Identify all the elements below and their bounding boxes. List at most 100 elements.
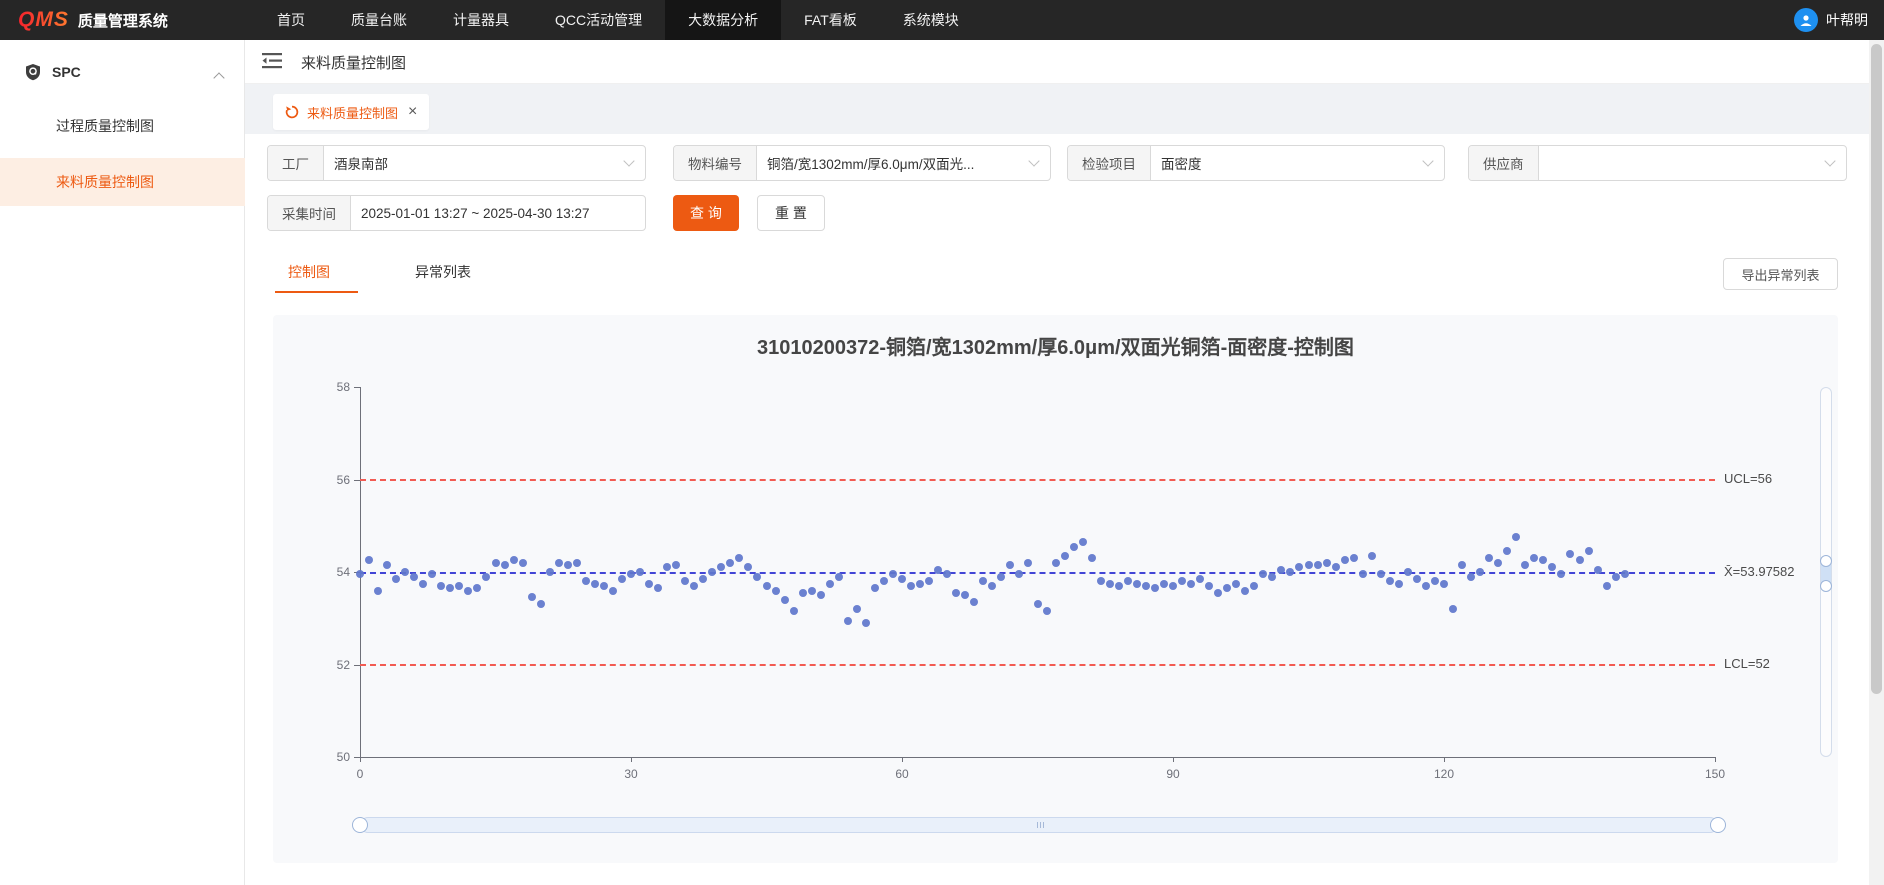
- nav-item-qcc[interactable]: QCC活动管理: [532, 0, 665, 40]
- data-point[interactable]: [437, 582, 445, 590]
- data-point[interactable]: [1241, 587, 1249, 595]
- data-point[interactable]: [455, 582, 463, 590]
- data-point[interactable]: [1476, 568, 1484, 576]
- data-point[interactable]: [880, 577, 888, 585]
- data-point[interactable]: [537, 600, 545, 608]
- data-point[interactable]: [645, 580, 653, 588]
- data-point[interactable]: [1061, 552, 1069, 560]
- data-point[interactable]: [1187, 580, 1195, 588]
- data-point[interactable]: [501, 561, 509, 569]
- data-point[interactable]: [428, 570, 436, 578]
- nav-item-measuring-tools[interactable]: 计量器具: [430, 0, 532, 40]
- factory-select[interactable]: 工厂 酒泉南部: [267, 145, 646, 181]
- data-point[interactable]: [663, 563, 671, 571]
- data-point[interactable]: [392, 575, 400, 583]
- data-point[interactable]: [961, 591, 969, 599]
- inspection-item-select[interactable]: 检验项目 面密度: [1067, 145, 1445, 181]
- data-point[interactable]: [1332, 563, 1340, 571]
- data-point[interactable]: [925, 577, 933, 585]
- supplier-select[interactable]: 供应商: [1468, 145, 1847, 181]
- data-point[interactable]: [464, 587, 472, 595]
- data-point[interactable]: [1350, 554, 1358, 562]
- data-point[interactable]: [1377, 570, 1385, 578]
- data-point[interactable]: [763, 582, 771, 590]
- data-point[interactable]: [492, 559, 500, 567]
- x-datazoom-slider[interactable]: [360, 817, 1718, 833]
- data-point[interactable]: [573, 559, 581, 567]
- data-point[interactable]: [979, 577, 987, 585]
- data-point[interactable]: [1232, 580, 1240, 588]
- data-point[interactable]: [1115, 582, 1123, 590]
- data-point[interactable]: [699, 575, 707, 583]
- data-point[interactable]: [1368, 552, 1376, 560]
- data-point[interactable]: [1295, 563, 1303, 571]
- data-point[interactable]: [717, 563, 725, 571]
- sidebar-group-spc[interactable]: SPC: [0, 48, 245, 96]
- data-point[interactable]: [1052, 559, 1060, 567]
- data-point[interactable]: [383, 561, 391, 569]
- data-point[interactable]: [1404, 568, 1412, 576]
- data-point[interactable]: [1557, 570, 1565, 578]
- data-point[interactable]: [1178, 577, 1186, 585]
- data-point[interactable]: [753, 573, 761, 581]
- data-point[interactable]: [1431, 577, 1439, 585]
- data-point[interactable]: [672, 561, 680, 569]
- data-point[interactable]: [564, 561, 572, 569]
- collect-time-range-picker[interactable]: 采集时间 2025-01-01 13:27 ~ 2025-04-30 13:27: [267, 195, 646, 231]
- data-point[interactable]: [1133, 580, 1141, 588]
- chevron-up-icon[interactable]: [213, 72, 224, 83]
- y-datazoom-slider[interactable]: [1820, 387, 1832, 757]
- data-point[interactable]: [627, 570, 635, 578]
- data-point[interactable]: [519, 559, 527, 567]
- data-point[interactable]: [528, 593, 536, 601]
- data-point[interactable]: [1341, 556, 1349, 564]
- data-point[interactable]: [546, 568, 554, 576]
- data-point[interactable]: [781, 596, 789, 604]
- data-point[interactable]: [482, 573, 490, 581]
- data-point[interactable]: [952, 589, 960, 597]
- data-point[interactable]: [934, 566, 942, 574]
- data-point[interactable]: [1594, 566, 1602, 574]
- export-anomaly-list-button[interactable]: 导出异常列表: [1723, 258, 1838, 290]
- data-point[interactable]: [1576, 556, 1584, 564]
- data-point[interactable]: [916, 580, 924, 588]
- close-icon[interactable]: ×: [408, 104, 417, 120]
- data-point[interactable]: [862, 619, 870, 627]
- data-point[interactable]: [1512, 533, 1520, 541]
- data-point[interactable]: [1106, 580, 1114, 588]
- data-point[interactable]: [1422, 582, 1430, 590]
- data-point[interactable]: [1015, 570, 1023, 578]
- sidebar-item-process-control-chart[interactable]: 过程质量控制图: [0, 102, 245, 150]
- data-point[interactable]: [943, 570, 951, 578]
- data-point[interactable]: [970, 598, 978, 606]
- data-point[interactable]: [772, 587, 780, 595]
- data-point[interactable]: [681, 577, 689, 585]
- data-point[interactable]: [1124, 577, 1132, 585]
- data-point[interactable]: [600, 582, 608, 590]
- data-point[interactable]: [1142, 582, 1150, 590]
- data-point[interactable]: [1196, 575, 1204, 583]
- data-point[interactable]: [365, 556, 373, 564]
- data-point[interactable]: [1169, 582, 1177, 590]
- tab-chip-incoming-control-chart[interactable]: 来料质量控制图 ×: [273, 94, 429, 130]
- data-point[interactable]: [1386, 577, 1394, 585]
- data-point[interactable]: [853, 605, 861, 613]
- data-point[interactable]: [419, 580, 427, 588]
- user-menu[interactable]: 叶帮明: [1794, 0, 1868, 40]
- tab-anomaly-list[interactable]: 异常列表: [415, 262, 471, 282]
- data-point[interactable]: [1503, 547, 1511, 555]
- data-point[interactable]: [1214, 589, 1222, 597]
- data-point[interactable]: [1521, 561, 1529, 569]
- collapse-sidebar-icon[interactable]: [262, 52, 282, 70]
- data-point[interactable]: [591, 580, 599, 588]
- data-point[interactable]: [1034, 600, 1042, 608]
- data-point[interactable]: [826, 580, 834, 588]
- data-point[interactable]: [636, 568, 644, 576]
- nav-item-fat-board[interactable]: FAT看板: [781, 0, 880, 40]
- data-point[interactable]: [374, 587, 382, 595]
- data-point[interactable]: [1548, 563, 1556, 571]
- x-datazoom-left-handle[interactable]: [352, 817, 368, 833]
- data-point[interactable]: [997, 573, 1005, 581]
- data-point[interactable]: [1323, 559, 1331, 567]
- nav-item-big-data[interactable]: 大数据分析: [665, 0, 781, 40]
